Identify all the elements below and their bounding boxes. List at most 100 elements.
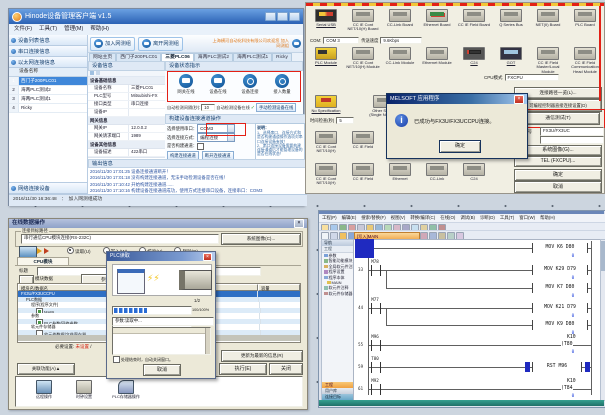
com-field[interactable]: COM 3	[323, 37, 359, 44]
contact[interactable]	[371, 384, 381, 395]
dialog-close-button[interactable]: 关闭	[269, 363, 303, 375]
plcif-cclink-module[interactable]: CC-Link Module	[382, 47, 418, 65]
instruction[interactable]: MOV K21 D79	[532, 303, 588, 313]
timer-coil[interactable]: (T80	[561, 342, 573, 347]
plcif-cciefield-head[interactable]: CC IE Field Communication Head Module	[567, 47, 603, 74]
coroute-cclink[interactable]: CC-Link	[419, 163, 455, 181]
close-icon[interactable]: ×	[294, 219, 304, 228]
communication-test-button[interactable]: 通信测试(T)	[516, 112, 600, 125]
pcif-ccie-board[interactable]: CC IE Cont NET/10(H) Board	[345, 9, 381, 32]
menu-file[interactable]: 文件(F)	[14, 24, 32, 35]
prop-row[interactable]: PLC型号Mitsubishi-FX	[88, 93, 165, 101]
timer-coil[interactable]: (T84	[561, 386, 573, 391]
plcif-c24[interactable]: C24	[456, 47, 492, 65]
leave-group-button[interactable]: 离开网测组	[138, 37, 183, 51]
time-check-field[interactable]: 5	[336, 117, 354, 124]
prop-row[interactable]: 设备描述422串口	[88, 149, 165, 157]
menu-project[interactable]: 工程(P)	[322, 214, 337, 222]
instruction[interactable]: RST M96	[532, 362, 582, 372]
menu-diagnostics[interactable]: 诊断(D)	[480, 214, 495, 222]
dialog-title-bar[interactable]: 在线数据操作 ×	[9, 219, 307, 228]
category-icon[interactable]	[96, 71, 100, 75]
build-checkbox[interactable]	[197, 143, 204, 150]
coroute-c24[interactable]: C24	[456, 163, 492, 181]
close-icon[interactable]: ×	[514, 95, 524, 104]
contact[interactable]	[371, 362, 381, 373]
pcif-plc-board[interactable]: PLC Board	[567, 9, 603, 27]
system-image-button[interactable]: 系统图像(C)...	[221, 233, 301, 245]
menu-find[interactable]: 搜索/替换(F)	[361, 214, 385, 222]
nav-item[interactable]: 软元件存储器	[322, 291, 353, 296]
plcif-ethernet-module[interactable]: Ethernet Module	[419, 47, 455, 65]
autoclose-row[interactable]: 处理结束时，自动关闭窗口。	[113, 356, 173, 363]
port-select[interactable]: COM3	[197, 124, 235, 133]
coroute-ccie[interactable]: CC IE Cont NET/10(H)	[308, 163, 344, 186]
netroute-cciefield[interactable]: CC IE Field	[345, 131, 381, 149]
radio-read[interactable]: 读取(U)	[67, 247, 91, 255]
instruction[interactable]: MOV K7 D80	[532, 283, 588, 293]
baud-field[interactable]: 9.6Kbps	[380, 37, 422, 44]
prop-row[interactable]: 接口类型串口连接	[88, 101, 165, 109]
plc-memory-operation[interactable]: PLC存储器操作	[106, 380, 146, 400]
prop-row[interactable]: 网关IP12.0.0.2	[88, 125, 165, 133]
plcif-cciefield-master[interactable]: CC IE Field Master/Local Module	[530, 47, 566, 74]
device-row[interactable]: 4Ricky	[9, 104, 87, 113]
plcif-plc-module[interactable]: PLC Module	[308, 47, 344, 65]
menu-debug[interactable]: 调试(B)	[460, 214, 475, 222]
maximize-button[interactable]	[277, 12, 288, 21]
minimize-button[interactable]	[265, 12, 276, 21]
progress-list[interactable]	[112, 327, 211, 355]
coroute-cciefield[interactable]: CC IE Field	[345, 163, 381, 181]
mode-select[interactable]: 编程连接	[197, 133, 235, 142]
pcif-cclink-board[interactable]: CC-Link Board	[382, 9, 418, 27]
sidebar-item-device-list[interactable]: 设备列表信息	[9, 35, 87, 46]
contact[interactable]	[371, 303, 381, 314]
sidebar-item-serial[interactable]: 串口连接信息	[9, 46, 87, 57]
pcif-net2-board[interactable]: NET(II) Board	[530, 9, 566, 27]
menu-tools[interactable]: 工具(T)	[39, 24, 57, 35]
manual-check-button[interactable]: 手动检测设备在线	[256, 103, 296, 112]
execute-button[interactable]: 执行(E)	[219, 363, 267, 375]
netroute-ccie[interactable]: CC IE Cont NET/10(H)	[308, 131, 344, 154]
sort-icon[interactable]	[90, 71, 94, 75]
progress-title-bar[interactable]: PLC读取 ×	[107, 252, 215, 261]
cursor-cell[interactable]	[355, 239, 374, 258]
menu-tool[interactable]: 工具(T)	[500, 214, 514, 222]
unchecked-checkbox[interactable]	[36, 330, 43, 336]
prop-row[interactable]: 设备IP	[88, 109, 165, 117]
coroute-ethernet[interactable]: Ethernet	[382, 163, 418, 181]
join-group-button[interactable]: 加入网测组	[90, 37, 135, 51]
prop-row[interactable]: 网关请求端口1989	[88, 133, 165, 141]
menu-help[interactable]: 帮助(H)	[540, 214, 555, 222]
col-size[interactable]: 容量	[258, 284, 300, 291]
instruction[interactable]: MOV K9 D80	[532, 320, 588, 330]
refresh-button[interactable]: 更新为最新的信息(R)	[221, 350, 303, 362]
menu-view[interactable]: 视图(V)	[391, 214, 406, 222]
menu-edit[interactable]: 编辑(E)	[342, 214, 357, 222]
menu-online[interactable]: 在线(O)	[440, 214, 455, 222]
instruction[interactable]: MOV K6 D80	[532, 243, 588, 253]
prop-row[interactable]: 设备名称三菱PLC01	[88, 85, 165, 93]
close-button[interactable]	[289, 12, 300, 21]
menu-compile[interactable]: 转换/编译(C)	[410, 214, 435, 222]
clock-setting[interactable]: 时钟设置	[66, 380, 102, 400]
autoclose-checkbox[interactable]	[113, 356, 120, 363]
menu-window[interactable]: 窗口(W)	[519, 214, 535, 222]
device-row[interactable]: 3海两PLC测试1	[9, 95, 87, 104]
scrollbar[interactable]	[600, 239, 605, 401]
sidebar-item-ethernet[interactable]: 以太网连接信息	[9, 57, 87, 68]
related-functions-button[interactable]: 关联功能(A)▲	[17, 363, 75, 375]
progress-cancel-button[interactable]: 取消	[143, 364, 181, 376]
output-log[interactable]: 2016/11/30 17:01:25 设备连接通道断开！ 2016/11/30…	[88, 167, 307, 197]
scrollbar-thumb[interactable]	[601, 241, 605, 271]
cancel-button[interactable]: 取消	[514, 181, 602, 193]
close-icon[interactable]: ×	[203, 253, 212, 261]
instruction[interactable]: MOV K29 D79	[532, 265, 588, 275]
pcif-serial-usb[interactable]: Serial USB	[308, 9, 344, 27]
remote-operation[interactable]: 远程操作	[26, 380, 62, 400]
scrollbar[interactable]	[205, 328, 210, 354]
device-row[interactable]: 2海两PLC测试2	[9, 86, 87, 95]
dialog-ok-button[interactable]: 确定	[439, 140, 481, 153]
dialog-title-bar[interactable]: MELSOFT 应用程序 ×	[387, 94, 527, 104]
contact[interactable]	[371, 265, 381, 276]
